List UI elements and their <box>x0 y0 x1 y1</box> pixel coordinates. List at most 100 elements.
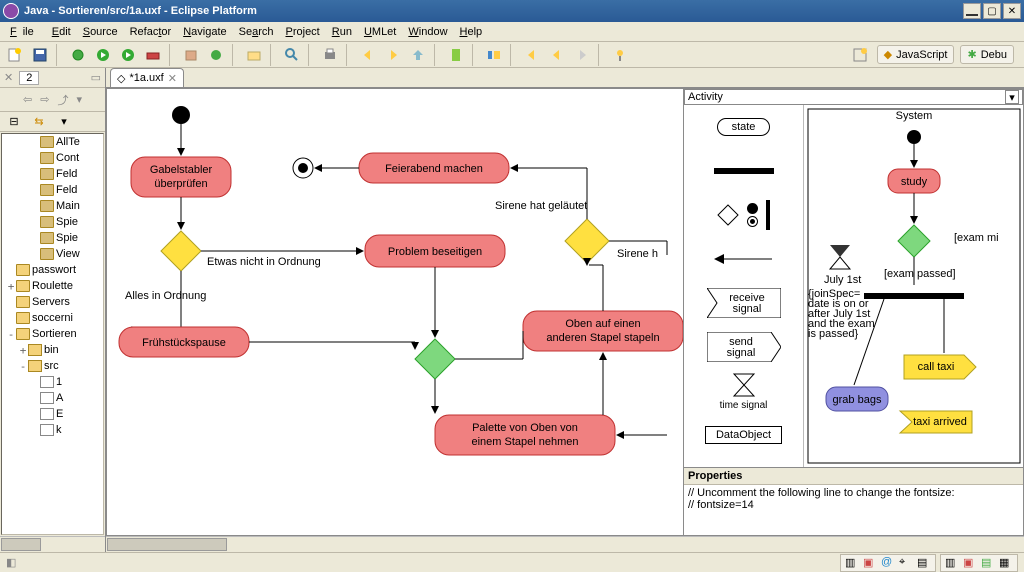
new-class-button[interactable] <box>205 44 227 66</box>
tray-icon-progress[interactable]: ▤ <box>917 556 931 570</box>
menu-window[interactable]: Window <box>402 24 453 40</box>
tray-icon-declare[interactable]: ▤ <box>981 556 995 570</box>
nav-menu-icon[interactable]: ▾ <box>76 93 82 106</box>
nav-back-button[interactable] <box>357 44 379 66</box>
tree-twist-icon[interactable]: - <box>6 328 16 341</box>
palette-time-signal[interactable]: time signal <box>684 369 803 413</box>
trim-group-2[interactable]: ▥ ▣ ▤ ▦ <box>940 554 1018 572</box>
nav-forward-button[interactable] <box>382 44 404 66</box>
nav-back-icon[interactable]: ⇦ <box>23 93 32 106</box>
nav-up-icon[interactable]: ⤴ <box>57 92 68 108</box>
link-editor-icon[interactable]: ⇆ <box>28 111 50 133</box>
menu-run[interactable]: Run <box>326 24 358 40</box>
menu-file[interactable]: File <box>4 24 46 40</box>
tree-item[interactable]: soccerni <box>2 310 103 326</box>
menu-source[interactable]: Source <box>77 24 124 40</box>
menu-search[interactable]: Search <box>233 24 280 40</box>
tray-icon-tasks[interactable]: ▣ <box>863 556 877 570</box>
tree-hscroll[interactable] <box>0 536 105 552</box>
palette-receive-signal[interactable]: receivesignal <box>684 281 803 325</box>
external-tools-button[interactable] <box>142 44 164 66</box>
last-edit-location-button[interactable] <box>521 44 543 66</box>
open-type-button[interactable] <box>243 44 265 66</box>
properties-text[interactable]: // Uncomment the following line to chang… <box>684 485 1023 535</box>
tree-item[interactable]: Main <box>2 198 103 214</box>
palette-preview[interactable]: System study [exam mi [exam passed] <box>804 105 1023 468</box>
filter-icon[interactable]: ▾ <box>53 111 75 133</box>
tree-item[interactable]: E <box>2 406 103 422</box>
toggle-breadcrumb-button[interactable] <box>483 44 505 66</box>
search-button[interactable] <box>281 44 303 66</box>
menu-navigate[interactable]: Navigate <box>177 24 232 40</box>
maximize-button[interactable]: ▢ <box>983 3 1001 19</box>
menu-refactor[interactable]: Refactor <box>124 24 178 40</box>
menu-project[interactable]: Project <box>280 24 326 40</box>
tree-item[interactable]: Spie <box>2 214 103 230</box>
fastview-page[interactable]: 2 <box>19 71 39 85</box>
tray-icon-at[interactable]: @ <box>881 556 895 570</box>
close-button[interactable]: ✕ <box>1003 3 1021 19</box>
fastview-max-icon[interactable]: ▭ <box>91 71 101 84</box>
tree-item[interactable]: passwort <box>2 262 103 278</box>
nav-up-button[interactable] <box>407 44 429 66</box>
fastview-close-icon[interactable]: ✕ <box>4 71 13 84</box>
tree-item[interactable]: 1 <box>2 374 103 390</box>
tree-item[interactable]: View <box>2 246 103 262</box>
tree-twist-icon[interactable]: - <box>18 360 28 373</box>
debug-button[interactable] <box>67 44 89 66</box>
perspective-debug[interactable]: ✱Debu <box>960 45 1014 64</box>
pin-editor-button[interactable] <box>609 44 631 66</box>
tree-item[interactable]: k <box>2 422 103 438</box>
collapse-all-icon[interactable]: ⊟ <box>3 111 25 133</box>
tree-item[interactable]: +bin <box>2 342 103 358</box>
tree-item[interactable]: +Roulette <box>2 278 103 294</box>
tray-icon-problems[interactable]: ▣ <box>963 556 977 570</box>
open-perspective-button[interactable] <box>849 44 871 66</box>
menu-help[interactable]: Help <box>454 24 489 40</box>
tab-close-icon[interactable]: ✕ <box>168 72 177 85</box>
tray-icon-search[interactable]: ⌖ <box>899 556 913 570</box>
editor-hscroll[interactable] <box>106 536 1024 552</box>
tree-twist-icon[interactable]: + <box>18 344 28 357</box>
tree-item[interactable]: -src <box>2 358 103 374</box>
palette-send-signal[interactable]: sendsignal <box>684 325 803 369</box>
minimize-button[interactable] <box>963 3 981 19</box>
package-explorer-tree[interactable]: AllTeContFeldFeldMainSpieSpieViewpasswor… <box>1 133 104 535</box>
trim-group-1[interactable]: ▥ ▣ @ ⌖ ▤ <box>840 554 936 572</box>
new-package-button[interactable] <box>180 44 202 66</box>
tree-item[interactable]: AllTe <box>2 134 103 150</box>
tray-icon-console[interactable]: ▥ <box>845 556 859 570</box>
save-button[interactable] <box>29 44 51 66</box>
tree-item[interactable]: Feld <box>2 166 103 182</box>
fast-view-icon[interactable]: ◧ <box>6 556 16 569</box>
tree-item[interactable]: -Sortieren <box>2 326 103 342</box>
tree-item[interactable]: Feld <box>2 182 103 198</box>
menu-umlet[interactable]: UMLet <box>358 24 402 40</box>
palette-symbols[interactable] <box>684 193 803 237</box>
tree-item[interactable]: A <box>2 390 103 406</box>
print-button[interactable] <box>319 44 341 66</box>
palette-state[interactable]: state <box>684 105 803 149</box>
palette-arrow[interactable] <box>684 237 803 281</box>
new-button[interactable] <box>4 44 26 66</box>
perspective-javascript[interactable]: ◆JavaScript <box>877 45 955 64</box>
bookmark-button[interactable] <box>445 44 467 66</box>
tree-item[interactable]: Cont <box>2 150 103 166</box>
history-forward-button[interactable] <box>571 44 593 66</box>
tree-item[interactable]: Servers <box>2 294 103 310</box>
history-back-button[interactable] <box>546 44 568 66</box>
palette-dropdown-icon[interactable]: ▾ <box>1005 90 1019 104</box>
palette-shape-list[interactable]: state receivesignal sendsignal time sign… <box>684 105 804 468</box>
nav-fwd-icon[interactable]: ⇨ <box>40 93 49 106</box>
tree-twist-icon[interactable]: + <box>6 280 16 293</box>
run-last-button[interactable] <box>117 44 139 66</box>
palette-dataobject[interactable]: DataObject <box>684 413 803 457</box>
palette-bar[interactable] <box>684 149 803 193</box>
tray-icon-outline[interactable]: ▥ <box>945 556 959 570</box>
editor-tab-1a-uxf[interactable]: ◇ *1a.uxf ✕ <box>110 68 184 87</box>
menu-edit[interactable]: Edit <box>46 24 77 40</box>
tree-item[interactable]: Spie <box>2 230 103 246</box>
umlet-canvas[interactable]: Gabelstablerüberprüfen Etwas nicht in Or… <box>106 88 1024 536</box>
run-button[interactable] <box>92 44 114 66</box>
tray-icon-doc[interactable]: ▦ <box>999 556 1013 570</box>
